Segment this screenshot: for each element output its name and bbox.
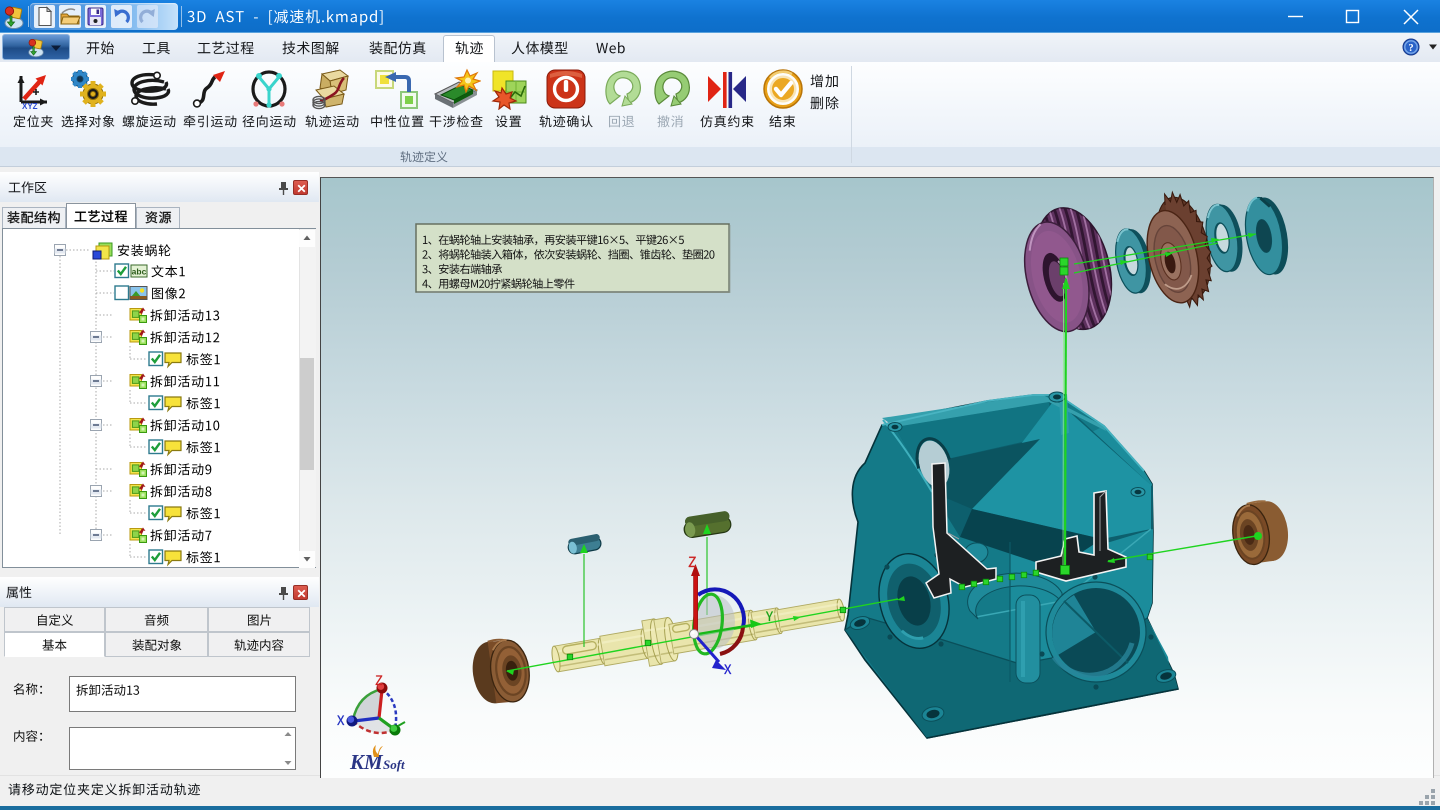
svg-text:abc: abc xyxy=(132,267,147,277)
svg-text:?: ? xyxy=(1408,43,1413,54)
svg-text:Soft: Soft xyxy=(383,757,405,772)
